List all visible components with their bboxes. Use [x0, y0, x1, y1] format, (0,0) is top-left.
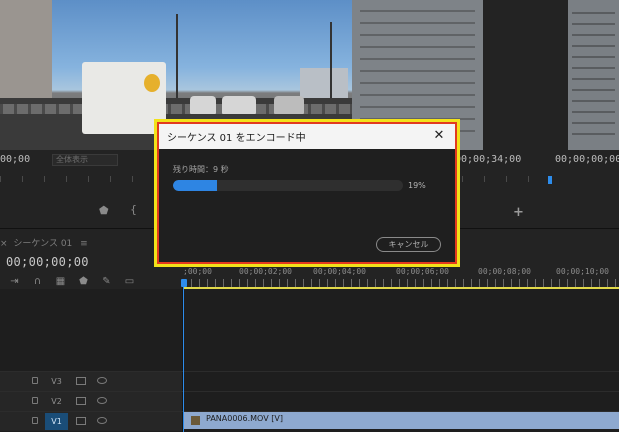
source-playhead-icon[interactable] [548, 176, 552, 184]
fit-select[interactable]: 全体表示 [52, 154, 118, 166]
remaining-time: 残り時間：9 秒 [173, 165, 229, 174]
eye-icon[interactable] [97, 397, 107, 404]
video-streetlight [330, 22, 332, 102]
source-video-frame [568, 0, 619, 150]
close-icon[interactable]: ✕ [431, 127, 447, 145]
captions-icon[interactable]: ▭ [123, 276, 136, 287]
tab-close-icon[interactable]: × [0, 239, 8, 249]
film-icon[interactable] [76, 377, 86, 385]
track-header-v2: V2 [0, 392, 182, 411]
track-name-v2[interactable]: V2 [45, 393, 68, 410]
video-clip[interactable]: PANA0006.MOV [V] [184, 412, 619, 429]
track-row-v3: V3 [0, 371, 619, 391]
timeline-tab-label: シーケンス 01 [13, 239, 73, 249]
lock-icon[interactable] [32, 417, 38, 424]
add-marker-icon[interactable]: ⬟ [77, 276, 90, 287]
snap-icon[interactable]: ⇥ [8, 276, 21, 287]
wrench-icon[interactable]: ✎ [100, 276, 113, 287]
dialog-title: シーケンス 01 をエンコード中 [167, 133, 306, 144]
lock-icon[interactable] [32, 377, 38, 384]
video-car [222, 96, 256, 114]
program-timecode-duration: 00;00;34;00 [455, 154, 522, 165]
video-building-left [0, 0, 52, 100]
video-streetlight [176, 14, 178, 104]
time-ruler[interactable]: ;00;00 00;00;02;00 00;00;04;00 00;00;06;… [183, 265, 619, 287]
timeline-tools: ⇥ ∩ ▦ ⬟ ✎ ▭ [8, 276, 136, 287]
ruler-ticks [183, 279, 619, 287]
playhead-line [183, 287, 184, 432]
film-icon[interactable] [76, 417, 86, 425]
playhead-handle-icon[interactable] [181, 279, 187, 287]
program-timecode-current[interactable]: 00;00 [0, 154, 30, 165]
tab-menu-icon[interactable]: ≡ [80, 239, 88, 249]
film-icon[interactable] [76, 397, 86, 405]
track-row-v2: V2 [0, 391, 619, 411]
magnet-icon[interactable]: ∩ [31, 276, 44, 287]
track-name-v1[interactable]: V1 [45, 413, 68, 430]
ruler-label: 00;00;06;00 [396, 267, 449, 276]
lock-icon[interactable] [32, 397, 38, 404]
video-car [274, 96, 304, 114]
encoding-progress-fill [173, 180, 217, 191]
progress-percent: 19% [408, 181, 426, 190]
cancel-button[interactable]: キャンセル [376, 237, 441, 252]
add-button-icon[interactable]: + [513, 205, 524, 220]
clip-name: PANA0006.MOV [V] [206, 414, 283, 423]
ruler-label: 00;00;10;00 [556, 267, 609, 276]
linked-selection-icon[interactable]: ▦ [54, 276, 67, 287]
source-monitor: 00;00;00;00 [537, 0, 619, 228]
track-header-v3: V3 [0, 372, 182, 391]
timeline-tab[interactable]: × シーケンス 01 ≡ [0, 236, 88, 249]
work-area-bar[interactable] [183, 287, 619, 289]
dialog-titlebar: シーケンス 01 をエンコード中 ✕ [159, 124, 455, 149]
ruler-label: 00;00;04;00 [313, 267, 366, 276]
track-header-v1: V1 [0, 412, 182, 431]
ruler-label: ;00;00 [183, 267, 212, 276]
eye-icon[interactable] [97, 417, 107, 424]
clip-thumbnail-icon [191, 416, 200, 425]
timeline-timecode[interactable]: 00;00;00;00 [6, 255, 89, 269]
encoding-dialog: シーケンス 01 をエンコード中 ✕ 残り時間：9 秒 19% キャンセル [159, 124, 455, 262]
track-name-v3[interactable]: V3 [45, 373, 68, 390]
marker-icon[interactable]: ⬟ [99, 204, 109, 217]
ruler-label: 00;00;02;00 [239, 267, 292, 276]
video-car [190, 96, 216, 114]
encoding-progress-bar [173, 180, 403, 191]
source-timecode: 00;00;00;00 [555, 154, 619, 165]
eye-icon[interactable] [97, 377, 107, 384]
ruler-label: 00;00;08;00 [478, 267, 531, 276]
mark-in-icon[interactable]: { [130, 203, 137, 216]
